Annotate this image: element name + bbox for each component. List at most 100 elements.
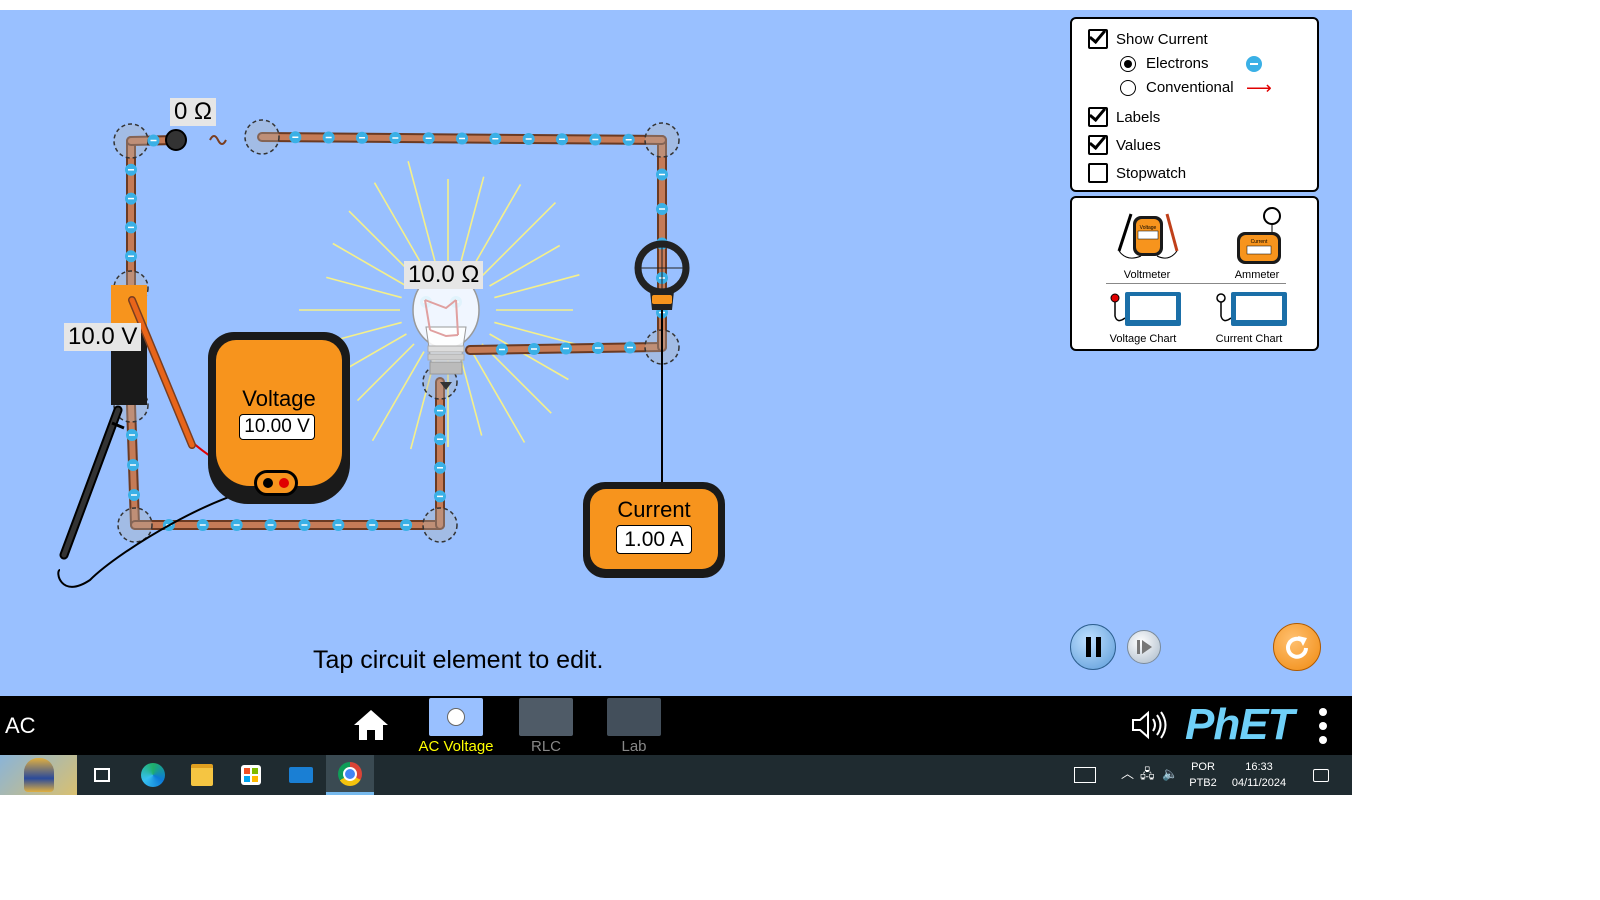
- wire-vertices[interactable]: [113, 119, 680, 543]
- show-current-label: Show Current: [1116, 30, 1208, 48]
- electron: [125, 250, 137, 263]
- news-widget-button[interactable]: [1070, 760, 1100, 790]
- task-view-button[interactable]: [87, 760, 117, 790]
- file-explorer-button[interactable]: [187, 760, 217, 790]
- light-ray: [494, 274, 580, 299]
- ammeter-tool[interactable]: Current Ammeter: [1212, 206, 1302, 281]
- light-ray: [459, 176, 485, 264]
- edge-taskbar-button[interactable]: [138, 760, 168, 790]
- svg-text:Current: Current: [1251, 239, 1268, 245]
- show-current-checkbox[interactable]: Show Current: [1088, 29, 1208, 49]
- voltmeter-tool[interactable]: Voltage Voltmeter: [1102, 206, 1192, 281]
- red-arrow-icon: ⟶: [1246, 78, 1272, 98]
- labels-checkbox[interactable]: Labels: [1088, 107, 1160, 127]
- ammeter-probe[interactable]: [634, 240, 690, 499]
- status-text: Tap circuit element to edit.: [313, 646, 604, 674]
- conventional-radio[interactable]: Conventional ⟶: [1120, 79, 1272, 97]
- clock[interactable]: 16:33 04/11/2024: [1228, 759, 1290, 791]
- electron: [422, 132, 435, 145]
- news-icon: [1074, 767, 1096, 783]
- labels-label: Labels: [1116, 108, 1161, 126]
- electron: [434, 461, 446, 474]
- electron: [400, 519, 413, 531]
- notifications-button[interactable]: [1306, 760, 1336, 790]
- reset-icon: [1286, 636, 1308, 659]
- vertex: [644, 122, 680, 158]
- electron: [624, 341, 636, 354]
- start-button[interactable]: [0, 755, 77, 795]
- light-bulb[interactable]: [412, 271, 480, 390]
- screen-ac-voltage[interactable]: AC Voltage: [416, 698, 496, 755]
- pharaoh-mask-icon: [23, 758, 54, 792]
- voltmeter-tool-icon: Voltage: [1117, 213, 1179, 259]
- pause-icon: [1085, 637, 1101, 657]
- volume-tray-icon[interactable]: 🔈: [1162, 766, 1178, 782]
- light-ray: [494, 321, 576, 345]
- switch[interactable]: [165, 129, 227, 151]
- bulb-resistance-label: 10.0 Ω: [404, 261, 484, 289]
- language-bottom: PTB2: [1189, 777, 1217, 789]
- switch-resistance-label: 0 Ω: [170, 98, 216, 126]
- electron: [434, 433, 446, 446]
- tray-chevron-icon[interactable]: ︿: [1121, 766, 1134, 782]
- phet-menu-button[interactable]: [1318, 708, 1328, 744]
- phet-logo[interactable]: PhET: [1185, 700, 1294, 750]
- voltmeter-title: Voltage: [242, 386, 316, 411]
- sound-toggle-button[interactable]: [1130, 710, 1170, 740]
- speaker-icon: [1132, 710, 1167, 740]
- network-icon[interactable]: 🖧: [1140, 766, 1155, 782]
- electron: [489, 132, 502, 145]
- language-indicator[interactable]: POR PTB2: [1186, 759, 1220, 791]
- navigation-bar: : AC AC Voltage RLC Lab PhET: [0, 696, 1352, 755]
- show-current-check-icon: [1088, 29, 1108, 49]
- ammeter-tool-icon: Current: [1237, 207, 1281, 264]
- electron: [322, 131, 335, 144]
- home-button[interactable]: [352, 708, 390, 742]
- electrons: [125, 131, 668, 531]
- stopwatch-label: Stopwatch: [1116, 164, 1187, 182]
- screen-rlc[interactable]: RLC: [506, 698, 586, 755]
- values-checkbox[interactable]: Values: [1088, 135, 1161, 155]
- screen-rlc-label: RLC: [530, 738, 561, 755]
- electron: [496, 343, 508, 356]
- electron: [147, 134, 160, 147]
- voltmeter[interactable]: Voltage 10.00 V: [208, 332, 350, 504]
- voltage-chart-label: Voltage Chart: [1109, 333, 1177, 345]
- ammeter-tool-label: Ammeter: [1234, 269, 1280, 281]
- current-chart-tool[interactable]: Current Chart: [1204, 288, 1294, 345]
- screen-lab-label: Lab: [621, 738, 647, 755]
- step-forward-button[interactable]: [1127, 630, 1161, 664]
- store-icon: [241, 765, 261, 785]
- electron: [528, 343, 540, 355]
- notification-icon: [1313, 768, 1329, 782]
- simulation-area: 0 Ω 10.0 Ω 10.0 V Voltage 10.00 V Curren…: [0, 10, 1352, 696]
- ammeter[interactable]: Current 1.00 A: [583, 482, 725, 578]
- chrome-button[interactable]: [326, 755, 374, 795]
- pause-button[interactable]: [1070, 624, 1116, 670]
- voltmeter-jacks: [254, 470, 298, 496]
- electron: [389, 132, 402, 144]
- electron: [622, 133, 635, 146]
- folder-icon: [191, 764, 213, 786]
- mail-icon: [289, 767, 313, 783]
- light-ray: [332, 242, 407, 287]
- stopwatch-checkbox[interactable]: Stopwatch: [1088, 163, 1186, 183]
- electrons-radio[interactable]: Electrons: [1120, 55, 1262, 72]
- reset-all-button[interactable]: [1273, 623, 1321, 671]
- electron: [127, 459, 139, 471]
- mail-button[interactable]: [286, 760, 316, 790]
- kebab-menu-icon: [1319, 708, 1327, 716]
- electron: [126, 429, 138, 441]
- screen-lab[interactable]: Lab: [594, 698, 674, 755]
- options-panel: Show Current Electrons Conventional ⟶ La…: [1070, 17, 1319, 192]
- language-top: POR: [1191, 761, 1215, 773]
- voltage-chart-tool[interactable]: Voltage Chart: [1098, 288, 1188, 345]
- screen-ac-voltage-label: AC Voltage: [418, 738, 494, 755]
- home-icon: [354, 710, 388, 740]
- electron: [125, 192, 137, 205]
- store-button[interactable]: [236, 760, 266, 790]
- toolbox-divider: [1106, 283, 1286, 284]
- ac-voltage-thumb-icon: [429, 698, 483, 736]
- light-ray: [356, 343, 415, 402]
- light-ray: [481, 201, 557, 277]
